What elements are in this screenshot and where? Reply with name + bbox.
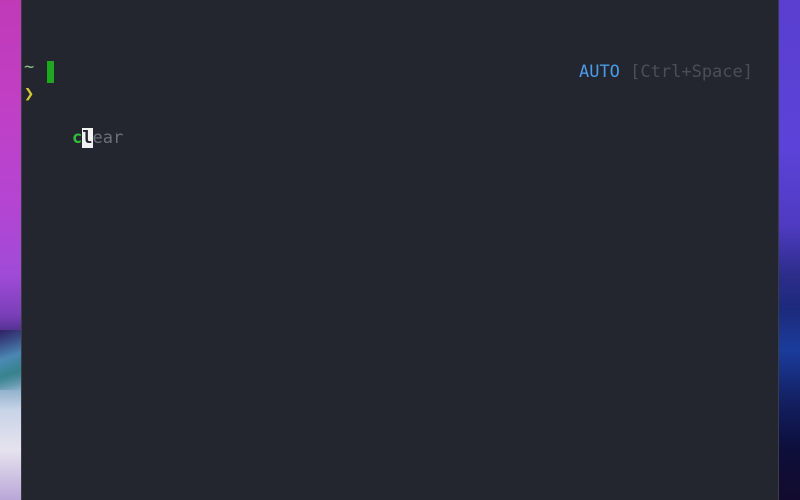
autosuggestion-text: ear (92, 128, 124, 148)
prompt-line[interactable]: ❯ clear AUTO [Ctrl+Space] (22, 61, 778, 148)
mode-label: AUTO (578, 62, 620, 82)
command-input[interactable]: clear (72, 127, 123, 149)
mode-indicator-bar (47, 61, 54, 83)
desktop-wallpaper-left (0, 0, 22, 500)
command-typed-text: c (72, 128, 83, 148)
desktop-wallpaper-right (779, 0, 800, 500)
mode-shortcut-hint: [Ctrl+Space] (630, 62, 753, 82)
text-cursor: l (82, 128, 93, 148)
prompt-chevron-icon: ❯ (24, 84, 35, 104)
cwd-line: ~ (22, 34, 778, 77)
mode-status: AUTO [Ctrl+Space] (579, 61, 753, 83)
terminal-window[interactable]: ~ ❯ clear AUTO [Ctrl+Space] (21, 0, 779, 500)
